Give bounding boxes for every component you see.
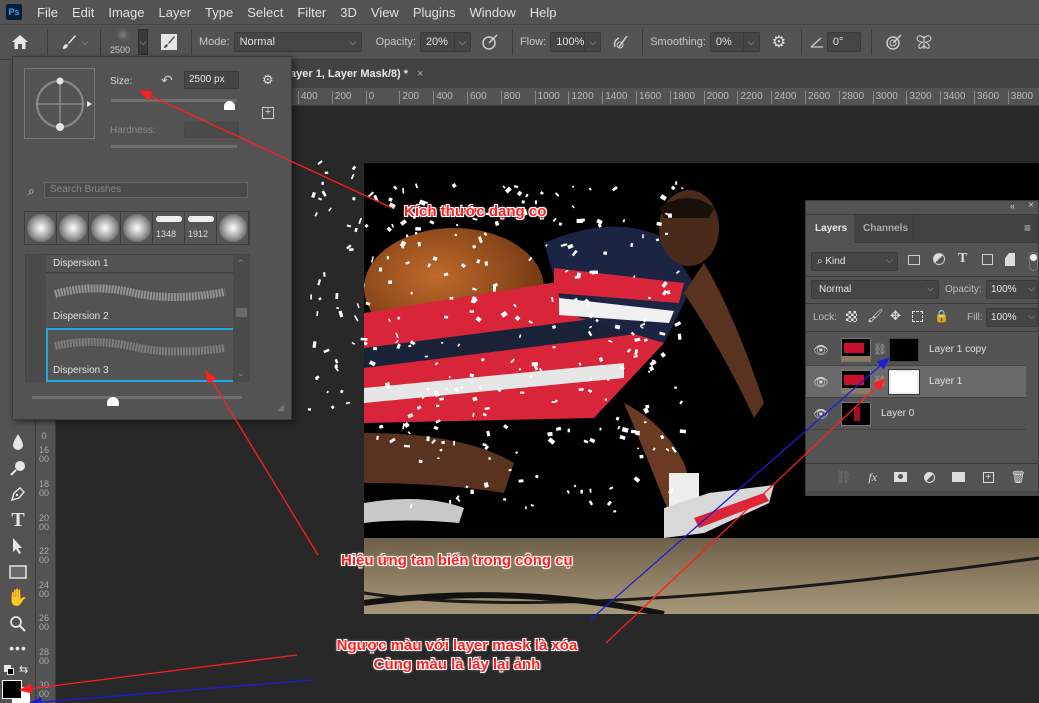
annotation-dispersion: Hiệu ứng tan biến trong công cụ	[341, 552, 573, 569]
arrow-to-dispersion-brush	[205, 369, 319, 556]
arrow-to-size-field	[138, 90, 393, 209]
annotation-mask-note: Ngược màu với layer mask là xóa Cùng màu…	[322, 636, 592, 674]
annotation-brush-size: Kích thước dạng cọ	[404, 203, 547, 220]
annotation-mask-line-1: Ngược màu với layer mask là xóa	[336, 637, 578, 654]
arrow-to-white-mask	[605, 378, 886, 644]
annotation-arrows	[18, 90, 890, 703]
annotation-mask-line-2: Cùng màu là lấy lại ảnh	[373, 656, 541, 673]
arrow-to-black-mask	[589, 357, 890, 621]
